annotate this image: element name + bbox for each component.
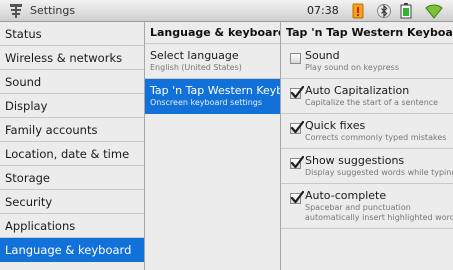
status-bar-title: Settings <box>30 4 76 17</box>
option-subtitle: Corrects commonly typed mistakes <box>305 133 447 142</box>
keyboard-options-panel: Tap 'n Tap Western Keyboard Sound Play s… <box>281 22 453 270</box>
checkmark-icon <box>290 156 304 169</box>
option-title: Show suggestions <box>305 154 405 167</box>
panel-header: Tap 'n Tap Western Keyboard <box>281 22 453 44</box>
checkbox[interactable] <box>290 156 304 169</box>
category-security[interactable]: Security <box>0 190 144 214</box>
settings-category-list: Status Wireless & networks Sound Display… <box>0 22 145 270</box>
category-family-accounts[interactable]: Family accounts <box>0 118 144 142</box>
keyboard-settings-item[interactable]: Tap 'n Tap Western Keyboard Onscreen key… <box>145 79 280 114</box>
checkmark-icon <box>290 86 304 99</box>
category-storage[interactable]: Storage <box>0 166 144 190</box>
battery-warning-icon <box>350 2 366 24</box>
category-wireless-networks[interactable]: Wireless & networks <box>0 46 144 70</box>
option-auto-complete[interactable]: Auto-complete Spacebar and punctuation a… <box>281 184 453 229</box>
checkbox[interactable] <box>290 86 304 99</box>
item-title: Select language <box>150 49 239 62</box>
option-quick-fixes[interactable]: Quick fixes Corrects commonly typed mist… <box>281 114 453 149</box>
checkbox[interactable] <box>290 191 304 204</box>
option-auto-capitalization[interactable]: Auto Capitalization Capitalize the start… <box>281 79 453 114</box>
item-title: Tap 'n Tap Western Keyboard <box>150 84 280 97</box>
category-status[interactable]: Status <box>0 22 144 46</box>
battery-icon <box>400 3 412 23</box>
language-keyboard-panel: Language & keyboard Select language Engl… <box>145 22 281 270</box>
option-title: Auto-complete <box>305 189 387 202</box>
option-subtitle: Capitalize the start of a sentence <box>305 98 439 107</box>
option-sound[interactable]: Sound Play sound on keypress <box>281 44 453 79</box>
item-subtitle: English (United States) <box>150 63 242 72</box>
option-subtitle: Spacebar and punctuation <box>305 203 411 212</box>
option-subtitle-line-2: automatically insert highlighted word <box>305 213 453 222</box>
checkmark-icon <box>290 191 304 204</box>
category-language-keyboard[interactable]: Language & keyboard <box>0 238 144 262</box>
status-bar: Settings 07:38 <box>0 0 453 22</box>
bluetooth-icon <box>377 3 391 23</box>
category-sound[interactable]: Sound <box>0 70 144 94</box>
option-title: Sound <box>305 49 340 62</box>
option-subtitle: Play sound on keypress <box>305 63 400 72</box>
wifi-icon <box>425 3 443 23</box>
item-subtitle: Onscreen keyboard settings <box>150 98 263 107</box>
option-show-suggestions[interactable]: Show suggestions Display suggested words… <box>281 149 453 184</box>
category-location-date-time[interactable]: Location, date & time <box>0 142 144 166</box>
option-title: Quick fixes <box>305 119 366 132</box>
checkbox[interactable] <box>290 121 304 134</box>
category-display[interactable]: Display <box>0 94 144 118</box>
category-applications[interactable]: Applications <box>0 214 144 238</box>
status-bar-time: 07:38 <box>307 4 339 17</box>
checkbox[interactable] <box>290 53 301 64</box>
option-subtitle: Display suggested words while typing <box>305 168 453 177</box>
checkmark-icon <box>290 121 304 134</box>
option-title: Auto Capitalization <box>305 84 410 97</box>
panel-header: Language & keyboard <box>145 22 280 44</box>
select-language-item[interactable]: Select language English (United States) <box>145 44 280 79</box>
settings-icon[interactable] <box>8 3 24 23</box>
